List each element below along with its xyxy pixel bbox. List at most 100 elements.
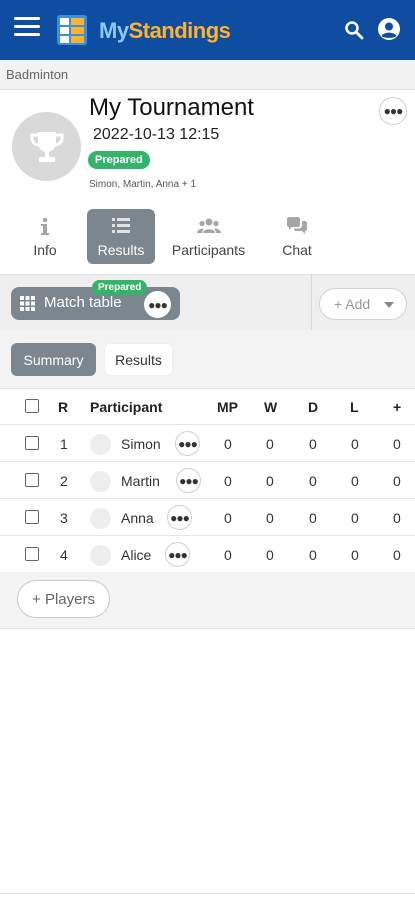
row-more-button[interactable]: ●●●	[165, 542, 190, 567]
list-icon	[112, 218, 130, 233]
tab-chat-label: Chat	[282, 242, 312, 258]
avatar	[90, 434, 111, 455]
subtab-summary[interactable]: Summary	[11, 343, 96, 376]
search-icon[interactable]	[344, 20, 364, 40]
divider	[0, 893, 415, 894]
row-d: 0	[309, 473, 317, 489]
tournament-avatar	[12, 112, 81, 181]
tab-results[interactable]: Results	[87, 209, 155, 264]
more-icon: ●●●	[170, 510, 190, 525]
row-w: 0	[266, 510, 274, 526]
header-l: L	[350, 399, 359, 415]
tab-results-label: Results	[97, 242, 145, 258]
header-w: W	[264, 399, 278, 415]
tournament-title: My Tournament	[89, 94, 254, 121]
people-icon	[196, 218, 221, 233]
row-mp: 0	[224, 473, 232, 489]
header-d: D	[308, 399, 319, 415]
table-row: 3 Anna ●●● 0 0 0 0 0	[0, 499, 415, 536]
row-rank: 3	[60, 510, 68, 526]
players-summary: Simon, Martin, Anna + 1	[89, 179, 197, 190]
toolbar-divider	[311, 274, 312, 330]
row-rank: 2	[60, 473, 68, 489]
match-table-label: Match table	[44, 294, 122, 311]
row-checkbox[interactable]	[25, 436, 39, 450]
row-w: 0	[266, 436, 274, 452]
trophy-icon	[30, 131, 63, 162]
select-all-checkbox[interactable]	[25, 399, 39, 413]
caret-down-icon	[384, 302, 394, 308]
avatar	[90, 508, 111, 529]
row-d: 0	[309, 436, 317, 452]
row-more-button[interactable]: ●●●	[176, 468, 201, 493]
app-bar: MyStandings	[0, 0, 415, 60]
category-label: Badminton	[6, 67, 69, 82]
table-row: 2 Martin ●●● 0 0 0 0 0	[0, 462, 415, 499]
more-icon: ●●●	[178, 436, 198, 451]
grid-icon	[20, 296, 35, 311]
more-icon: ●●●	[168, 547, 188, 562]
row-l: 0	[351, 547, 359, 563]
more-icon: ●●●	[148, 297, 168, 312]
app-logo-icon	[57, 15, 87, 45]
tournament-more-button[interactable]: ●●●	[379, 97, 407, 125]
header-rank: R	[58, 399, 69, 415]
row-plus: 0	[393, 473, 401, 489]
row-more-button[interactable]: ●●●	[175, 431, 200, 456]
row-rank: 1	[60, 436, 68, 452]
match-table-status-badge: Prepared	[92, 280, 148, 295]
tab-chat[interactable]: Chat	[267, 209, 327, 264]
chat-icon	[287, 217, 307, 234]
menu-icon[interactable]	[14, 17, 40, 41]
tournament-datetime: 2022-10-13 12:15	[93, 126, 220, 143]
row-d: 0	[309, 510, 317, 526]
row-l: 0	[351, 436, 359, 452]
row-w: 0	[266, 547, 274, 563]
row-participant[interactable]: Martin	[121, 473, 160, 489]
row-mp: 0	[224, 510, 232, 526]
tab-info[interactable]: Info	[17, 209, 73, 264]
row-plus: 0	[393, 510, 401, 526]
more-icon: ●●●	[383, 104, 404, 118]
row-more-button[interactable]: ●●●	[167, 505, 192, 530]
brand-standings: Standings	[128, 18, 231, 43]
tab-participants[interactable]: Participants	[164, 209, 253, 264]
row-participant[interactable]: Simon	[121, 436, 161, 452]
row-mp: 0	[224, 436, 232, 452]
avatar	[90, 545, 111, 566]
table-row: 4 Alice ●●● 0 0 0 0 0	[0, 536, 415, 573]
row-plus: 0	[393, 436, 401, 452]
add-button[interactable]: + Add	[319, 288, 407, 320]
row-participant[interactable]: Alice	[121, 547, 151, 563]
header-participant: Participant	[90, 399, 163, 415]
status-badge: Prepared	[88, 151, 150, 169]
table-row: 1 Simon ●●● 0 0 0 0 0	[0, 425, 415, 462]
category-bar: Badminton	[0, 60, 415, 90]
add-players-button[interactable]: + Players	[17, 580, 110, 618]
tab-info-label: Info	[33, 242, 57, 258]
row-participant[interactable]: Anna	[121, 510, 154, 526]
add-button-label: + Add	[334, 296, 371, 312]
row-w: 0	[266, 473, 274, 489]
row-checkbox[interactable]	[25, 473, 39, 487]
subtab-results[interactable]: Results	[104, 343, 173, 376]
row-d: 0	[309, 547, 317, 563]
row-l: 0	[351, 510, 359, 526]
row-l: 0	[351, 473, 359, 489]
row-plus: 0	[393, 547, 401, 563]
match-table-more-button[interactable]: ●●●	[144, 291, 171, 318]
header-plus: +	[393, 399, 402, 415]
app-brand: MyStandings	[99, 18, 231, 44]
row-checkbox[interactable]	[25, 510, 39, 524]
tab-participants-label: Participants	[171, 242, 246, 258]
more-icon: ●●●	[179, 473, 199, 488]
account-icon[interactable]	[377, 17, 401, 41]
standings-header: R Participant MP W D L +	[0, 388, 415, 425]
header-mp: MP	[217, 399, 238, 415]
row-rank: 4	[60, 547, 68, 563]
info-icon	[41, 217, 49, 235]
row-checkbox[interactable]	[25, 547, 39, 561]
brand-my: My	[99, 18, 129, 43]
avatar	[90, 471, 111, 492]
row-mp: 0	[224, 547, 232, 563]
